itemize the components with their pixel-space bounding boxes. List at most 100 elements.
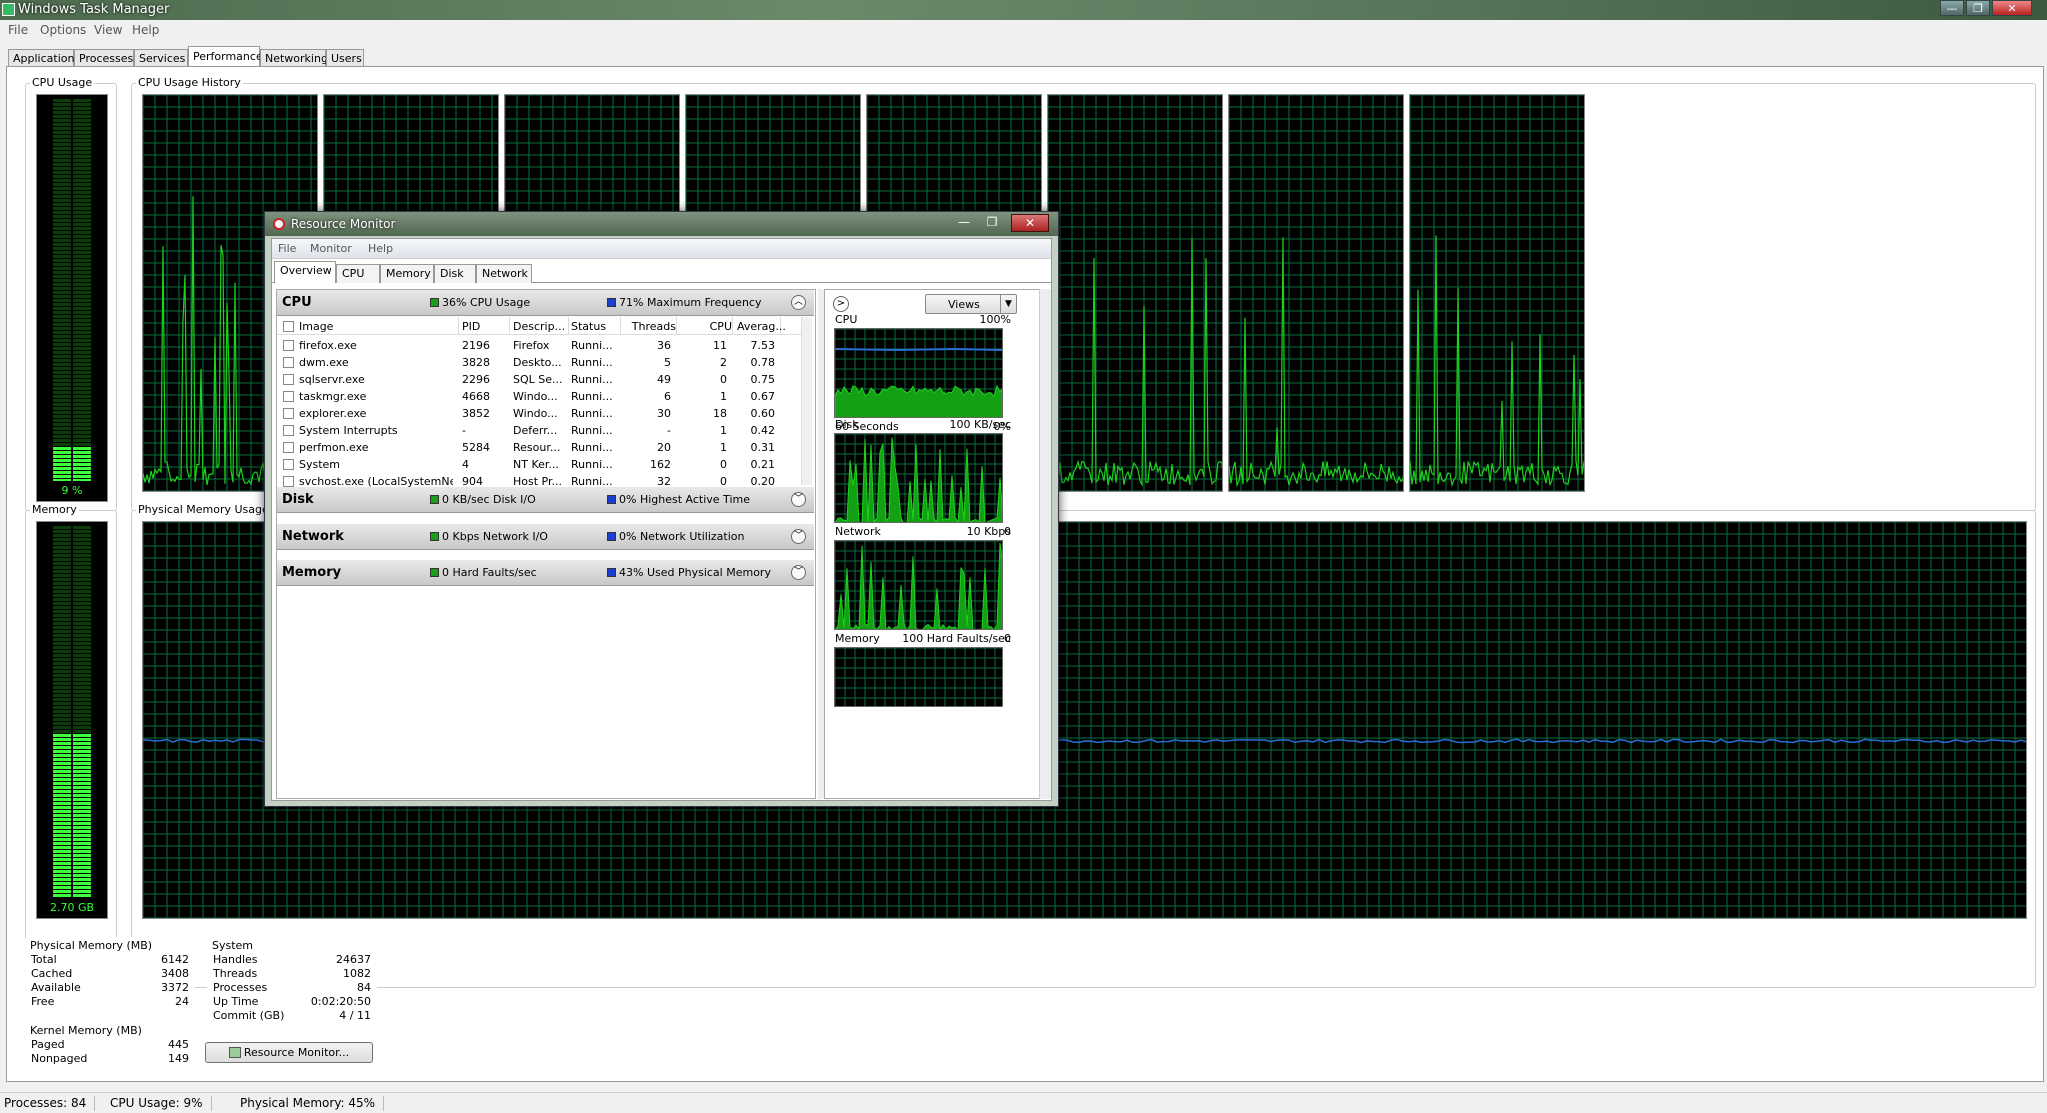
section-indicator-primary: 0 KB/sec Disk I/O xyxy=(430,493,536,506)
cpu-core-8-history-graph xyxy=(1409,94,1585,492)
resmon-overview-panel: CPU 36% CPU Usage 71% Maximum Frequency ︿ Di… xyxy=(276,289,816,799)
table-cell: SQL Se... xyxy=(513,373,563,386)
cpu-graph-title: CPU xyxy=(835,313,858,326)
table-cell: 2296 xyxy=(462,373,490,386)
section-memory-header[interactable]: Memory 0 Hard Faults/sec 43% Used Physical… xyxy=(277,560,814,586)
resmon-restore-button[interactable]: ❐ xyxy=(979,214,1005,232)
table-cell: svchost.exe (LocalSystemNet... xyxy=(299,475,453,487)
menu-file[interactable]: File xyxy=(8,23,28,37)
resmon-graph-scrollbar[interactable] xyxy=(1039,289,1051,799)
resmon-tab-overview[interactable]: Overview xyxy=(274,261,336,283)
table-cell: - xyxy=(667,424,671,437)
row-checkbox[interactable] xyxy=(283,357,294,368)
column-header[interactable]: Descrip... xyxy=(513,317,569,335)
column-header[interactable]: Threads xyxy=(625,317,677,335)
system-title: System xyxy=(212,939,254,952)
system-label: Threads xyxy=(213,967,258,980)
row-checkbox[interactable] xyxy=(283,442,294,453)
row-checkbox[interactable] xyxy=(283,391,294,402)
row-checkbox[interactable] xyxy=(283,459,294,470)
memory-graph-max: 100 Hard Faults/sec xyxy=(902,632,1011,645)
collapse-pane-icon[interactable]: > xyxy=(833,296,849,312)
chevron-icon[interactable]: ﹀ xyxy=(791,529,806,544)
system-value: 4 / 11 xyxy=(339,1009,371,1022)
cpu-meter-bars xyxy=(53,99,91,481)
chevron-icon[interactable]: ﹀ xyxy=(791,492,806,507)
cpu-table-scrollbar[interactable] xyxy=(801,317,812,485)
table-row[interactable]: dwm.exe 3828 Deskto... Runni... 5 2 0.78 xyxy=(277,354,802,371)
resmon-close-button[interactable]: ✕ xyxy=(1011,214,1049,232)
tab-applications[interactable]: Applications xyxy=(8,49,80,67)
column-header[interactable]: CPU xyxy=(681,317,733,335)
table-cell: System Interrupts xyxy=(299,424,398,437)
system-row: Processes 84 xyxy=(213,981,371,995)
cpu-usage-meter: 9 % xyxy=(36,94,108,502)
menu-help[interactable]: Help xyxy=(132,23,159,37)
table-row[interactable]: taskmgr.exe 4668 Windo... Runni... 6 1 0.67 xyxy=(277,388,802,405)
tab-networking[interactable]: Networking xyxy=(260,49,328,67)
row-checkbox[interactable] xyxy=(283,425,294,436)
resmon-minimize-button[interactable]: — xyxy=(951,214,977,232)
table-cell: 36 xyxy=(657,339,671,352)
table-row[interactable]: svchost.exe (LocalSystemNet... 904 Host Pr… xyxy=(277,473,802,487)
resmon-tab-cpu[interactable]: CPU xyxy=(336,264,380,283)
row-checkbox[interactable] xyxy=(283,340,294,351)
tab-processes[interactable]: Processes xyxy=(74,49,134,67)
table-row[interactable]: explorer.exe 3852 Windo... Runni... 30 18 0.60 xyxy=(277,405,802,422)
table-cell: 0.31 xyxy=(750,441,776,454)
menu-options[interactable]: Options xyxy=(40,23,86,37)
row-checkbox[interactable] xyxy=(283,408,294,419)
chevron-icon[interactable]: ﹀ xyxy=(791,565,806,580)
kernel-memory-row: Nonpaged 149 xyxy=(31,1052,189,1066)
row-checkbox[interactable] xyxy=(283,374,294,385)
column-header[interactable]: Averag... xyxy=(737,317,786,335)
cpu-core-6-history-graph xyxy=(1047,94,1223,492)
restore-button[interactable]: ❐ xyxy=(1966,0,1990,16)
window-titlebar[interactable]: Windows Task Manager — ❐ ✕ xyxy=(0,0,2047,20)
disk-graph-title: Disk xyxy=(835,418,859,431)
table-row[interactable]: firefox.exe 2196 Firefox Runni... 36 11 7.53 xyxy=(277,337,802,354)
resmon-titlebar[interactable]: Resource Monitor — ❐ ✕ xyxy=(265,212,1058,236)
physical-memory-title: Physical Memory (MB) xyxy=(30,939,153,952)
physical-memory-label: Available xyxy=(31,981,81,994)
section-title: Memory xyxy=(282,565,342,580)
column-header[interactable]: PID xyxy=(462,317,510,335)
resmon-tab-network[interactable]: Network xyxy=(476,264,532,283)
resource-monitor-icon xyxy=(228,1047,241,1058)
column-header[interactable]: Status xyxy=(571,317,621,335)
resmon-tab-memory[interactable]: Memory xyxy=(380,264,434,283)
section-indicator-primary: 0 Kbps Network I/O xyxy=(430,530,548,543)
table-row[interactable]: sqlservr.exe 2296 SQL Se... Runni... 49 0 0.75 xyxy=(277,371,802,388)
green-swatch-icon xyxy=(430,298,439,307)
table-cell: 0.75 xyxy=(750,373,776,386)
resource-monitor-button[interactable]: Resource Monitor... xyxy=(205,1042,373,1063)
table-row[interactable]: System Interrupts - Deferr... Runni... - 1 0.4… xyxy=(277,422,802,439)
resmon-menu-file[interactable]: File xyxy=(278,242,296,255)
column-header[interactable]: Image xyxy=(299,317,459,335)
blue-swatch-icon xyxy=(607,568,616,577)
minimize-button[interactable]: — xyxy=(1940,0,1964,16)
resmon-menu-monitor[interactable]: Monitor xyxy=(310,242,352,255)
tab-performance[interactable]: Performance xyxy=(188,46,263,67)
section-cpu-header[interactable]: CPU 36% CPU Usage 71% Maximum Frequency ︿ xyxy=(277,290,814,316)
memory-graph-title: Memory xyxy=(835,632,880,645)
resmon-tab-disk[interactable]: Disk xyxy=(434,264,476,283)
tab-users[interactable]: Users xyxy=(326,49,364,67)
resource-monitor-window[interactable]: Resource Monitor — ❐ ✕ File Monitor Help… xyxy=(264,211,1059,807)
chevron-icon[interactable]: ︿ xyxy=(791,295,806,310)
views-button[interactable]: Views ▼ xyxy=(925,294,1017,314)
section-network-header[interactable]: Network 0 Kbps Network I/O 0% Network Util… xyxy=(277,524,814,550)
section-disk-header[interactable]: Disk 0 KB/sec Disk I/O 0% Highest Active T… xyxy=(277,487,814,513)
close-button[interactable]: ✕ xyxy=(1992,0,2032,16)
table-cell: 5 xyxy=(664,356,671,369)
table-cell: 0.42 xyxy=(750,424,776,437)
menu-view[interactable]: View xyxy=(94,23,122,37)
resmon-menu-help[interactable]: Help xyxy=(368,242,393,255)
table-row[interactable]: perfmon.exe 5284 Resour... Runni... 20 1 0.31 xyxy=(277,439,802,456)
table-cell: 0 xyxy=(720,373,727,386)
table-row[interactable]: System 4 NT Ker... Runni... 162 0 0.21 xyxy=(277,456,802,473)
row-checkbox[interactable] xyxy=(283,476,294,487)
memory-meter-bars xyxy=(53,526,91,897)
tab-services[interactable]: Services xyxy=(134,49,188,67)
select-all-checkbox[interactable] xyxy=(283,321,294,332)
